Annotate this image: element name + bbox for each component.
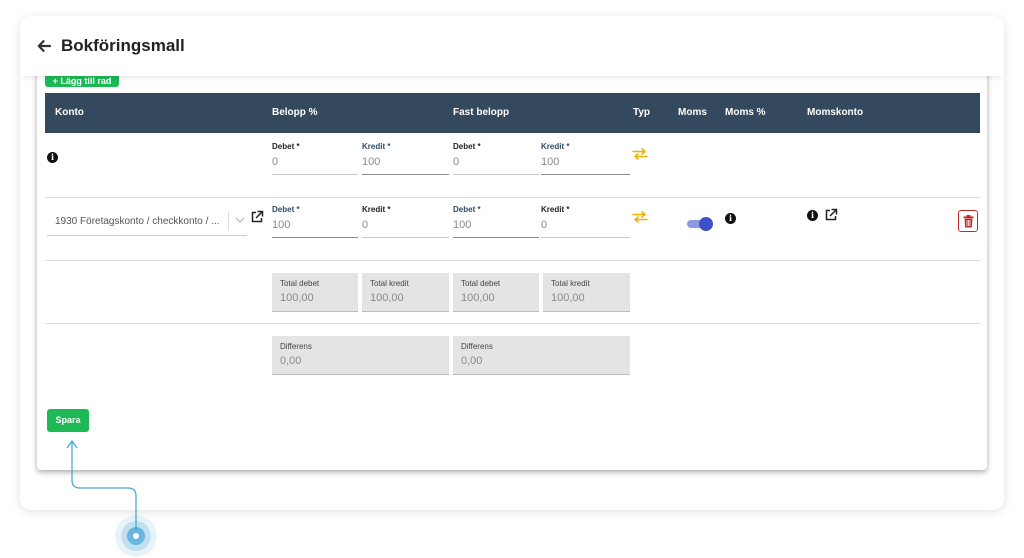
pointer-line xyxy=(71,442,137,530)
click-indicator xyxy=(66,439,157,557)
pulse-dot xyxy=(133,533,139,539)
